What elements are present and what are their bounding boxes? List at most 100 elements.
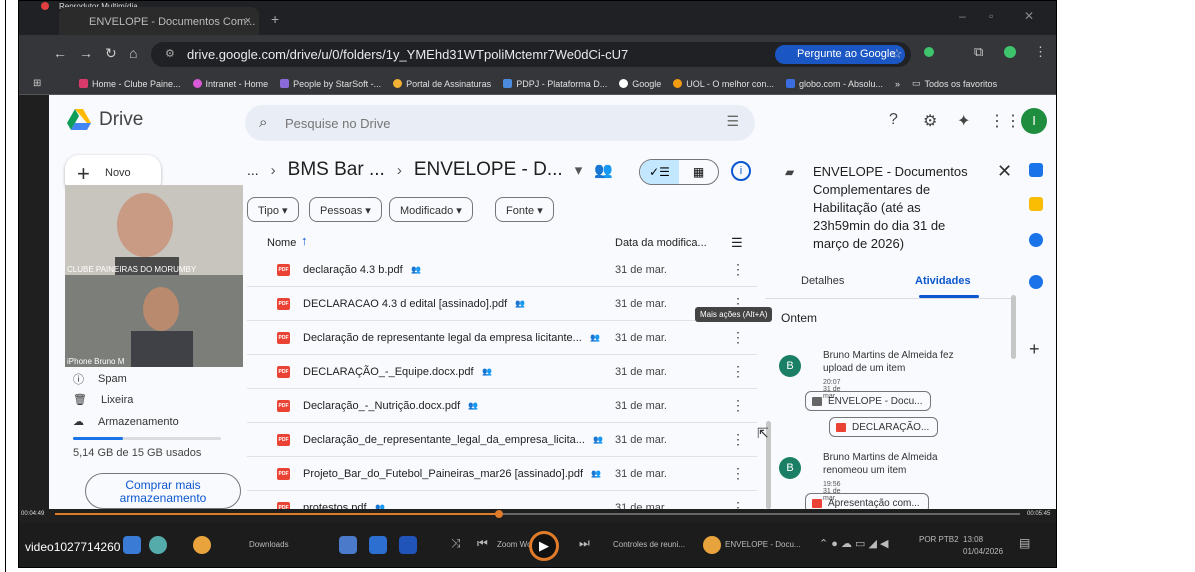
settings-gear-icon[interactable]: ⚙	[923, 111, 937, 131]
search-taskbar-icon[interactable]	[149, 536, 167, 554]
search-options-icon[interactable]: ☰	[726, 113, 739, 130]
clock-time[interactable]: 13:08	[963, 535, 983, 544]
nav-trash[interactable]: 🗑 Lixeira	[73, 393, 133, 407]
drive-logo[interactable]: Drive	[67, 109, 143, 131]
more-actions-icon[interactable]: ⋮	[731, 431, 745, 448]
tray-icons[interactable]: ⌃ ● ☁ ▭ ◢ ◀	[819, 537, 888, 550]
extension-icon[interactable]	[924, 47, 934, 57]
table-row[interactable]: PDF Declaração_-_Nutrição.docx.pdf 👥 31 de …	[247, 389, 757, 423]
more-actions-icon[interactable]: ⋮	[731, 499, 745, 509]
bookmark-star-icon[interactable]: ☆	[891, 46, 903, 62]
minimize-icon[interactable]: –	[959, 9, 966, 23]
bookmark-google[interactable]: Google	[619, 79, 661, 89]
col-name[interactable]: Nome	[267, 237, 296, 249]
taskbar-downloads[interactable]: Downloads	[249, 540, 289, 549]
tab-close-icon[interactable]: ×	[245, 15, 251, 27]
tab-details[interactable]: Detalhes	[801, 275, 844, 287]
bookmark-globo[interactable]: globo.com - Absolu...	[785, 79, 883, 89]
bookmark-assinaturas[interactable]: Portal de Assinaturas	[393, 79, 491, 89]
view-toggle[interactable]: ✓☰ ▦	[639, 159, 719, 185]
site-info-icon[interactable]: ⚙	[165, 47, 175, 60]
profile-icon[interactable]	[1004, 46, 1016, 58]
skip-back-icon[interactable]: ⏮	[477, 536, 488, 551]
caret-down-icon[interactable]: ▾	[575, 161, 583, 179]
puzzle-icon[interactable]: ⧉	[974, 44, 983, 60]
sort-arrow-icon[interactable]: ↑	[301, 233, 308, 248]
breadcrumb-envelope[interactable]: ENVELOPE - D...	[414, 159, 563, 181]
gemini-sparkle-icon[interactable]: ✦	[957, 111, 970, 131]
search-box[interactable]: ⌕ ☰	[245, 105, 755, 141]
search-input[interactable]	[285, 113, 685, 133]
add-addon-icon[interactable]: +	[1029, 339, 1040, 360]
calendar-icon[interactable]	[1029, 163, 1043, 177]
nav-storage[interactable]: ☁ Armazenamento	[73, 415, 179, 429]
more-actions-icon[interactable]: ⋮	[731, 363, 745, 380]
bookmark-clube[interactable]: Home - Clube Paine...	[79, 79, 181, 89]
activity-file-chip[interactable]: Apresentação com...	[805, 493, 929, 509]
taskbar-chrome-window[interactable]: ENVELOPE - Docu...	[725, 540, 801, 549]
activity-file-chip[interactable]: DECLARAÇÃO...	[829, 417, 939, 437]
back-icon[interactable]: ←	[53, 45, 67, 61]
filter-source[interactable]: Fonte ▾	[495, 197, 554, 222]
panel-scrollbar[interactable]	[1011, 295, 1016, 359]
all-bookmarks[interactable]: ▭ Todos os favoritos	[912, 78, 997, 89]
reload-icon[interactable]: ↻	[105, 45, 117, 62]
more-actions-icon[interactable]: ⋮	[731, 329, 745, 346]
breadcrumb-bms[interactable]: BMS Bar ...	[288, 159, 385, 181]
keep-icon[interactable]	[1029, 197, 1043, 211]
more-actions-icon[interactable]: ⋮	[731, 397, 745, 414]
more-actions-icon[interactable]: ⋮	[731, 465, 745, 482]
taskbar-zoom-controls[interactable]: Controles de reuni...	[613, 540, 685, 549]
table-row[interactable]: PDF declaração 4.3 b.pdf 👥 31 de mar. ⋮	[247, 253, 757, 287]
browser-tab[interactable]: ENVELOPE - Documentos Com... ×	[59, 7, 259, 35]
bookmarks-overflow[interactable]: »	[895, 79, 900, 89]
more-actions-icon[interactable]: ⋮	[731, 261, 745, 278]
table-row[interactable]: PDF DECLARACAO 4.3 d edital [assinado].pd…	[247, 287, 757, 321]
table-row[interactable]: PDF DECLARAÇÃO_-_Equipe.docx.pdf 👥 31 de ma…	[247, 355, 757, 389]
bookmark-intranet[interactable]: Intranet - Home	[192, 79, 268, 89]
chrome-icon[interactable]	[193, 536, 211, 554]
bookmark-pdpj[interactable]: PDPJ - Plataforma D...	[503, 79, 607, 89]
sort-options-icon[interactable]: ☰	[731, 235, 743, 251]
contacts-icon[interactable]	[1029, 275, 1043, 289]
maximize-icon[interactable]: ▫	[989, 9, 993, 23]
list-view-icon[interactable]: ✓☰	[640, 160, 679, 184]
bookmark-uol[interactable]: UOL - O melhor con...	[673, 79, 774, 89]
nav-spam[interactable]: ⓘ Spam	[73, 371, 127, 387]
home-icon[interactable]: ⌂	[129, 45, 137, 61]
tab-activity[interactable]: Atividades	[915, 275, 971, 287]
close-panel-icon[interactable]: ✕	[997, 161, 1012, 182]
language-indicator[interactable]: POR PTB2	[919, 535, 959, 544]
col-date[interactable]: Data da modifica...	[615, 237, 707, 249]
table-row[interactable]: PDF Declaração de representante legal da …	[247, 321, 757, 355]
buy-storage-button[interactable]: Comprar mais armazenamento	[85, 473, 241, 509]
help-icon[interactable]: ?	[889, 111, 898, 129]
filter-people[interactable]: Pessoas ▾	[309, 197, 382, 222]
filter-modified[interactable]: Modificado ▾	[389, 197, 473, 222]
chrome-window-icon[interactable]	[703, 536, 721, 554]
apps-grid-icon[interactable]: ⊞	[33, 78, 41, 89]
skip-forward-icon[interactable]: ⏭	[579, 536, 590, 551]
menu-icon[interactable]: ⋮	[1034, 44, 1047, 60]
filter-type[interactable]: Tipo ▾	[247, 197, 299, 222]
seek-handle[interactable]	[495, 510, 503, 518]
activity-folder-chip[interactable]: ENVELOPE - Docu...	[805, 391, 932, 411]
apps-icon[interactable]: ⋮⋮	[989, 111, 1021, 131]
account-avatar[interactable]: I	[1021, 108, 1047, 134]
info-icon[interactable]: i	[731, 161, 751, 181]
clock-date[interactable]: 01/04/2026	[963, 547, 1003, 556]
shuffle-icon[interactable]: ⤨	[451, 536, 461, 551]
new-tab-icon[interactable]: +	[271, 11, 279, 27]
bookmark-starsoft[interactable]: People by StarSoft -...	[280, 79, 381, 89]
grid-view-icon[interactable]: ▦	[679, 160, 718, 184]
app-icon[interactable]	[339, 536, 357, 554]
ask-google-button[interactable]: Pergunte ao Google	[775, 45, 906, 64]
seek-bar[interactable]: 00:04:49 00:05:45	[19, 509, 1056, 519]
search-icon[interactable]: ⌕	[259, 114, 267, 131]
notification-icon[interactable]: ▤	[1019, 536, 1030, 550]
windows-start-icon[interactable]	[123, 536, 141, 554]
close-window-icon[interactable]: ✕	[1024, 9, 1034, 23]
app-icon[interactable]	[399, 536, 417, 554]
table-row[interactable]: PDF Declaração_de_representante_legal_da_…	[247, 423, 757, 457]
breadcrumb-more[interactable]: ...	[247, 162, 259, 178]
